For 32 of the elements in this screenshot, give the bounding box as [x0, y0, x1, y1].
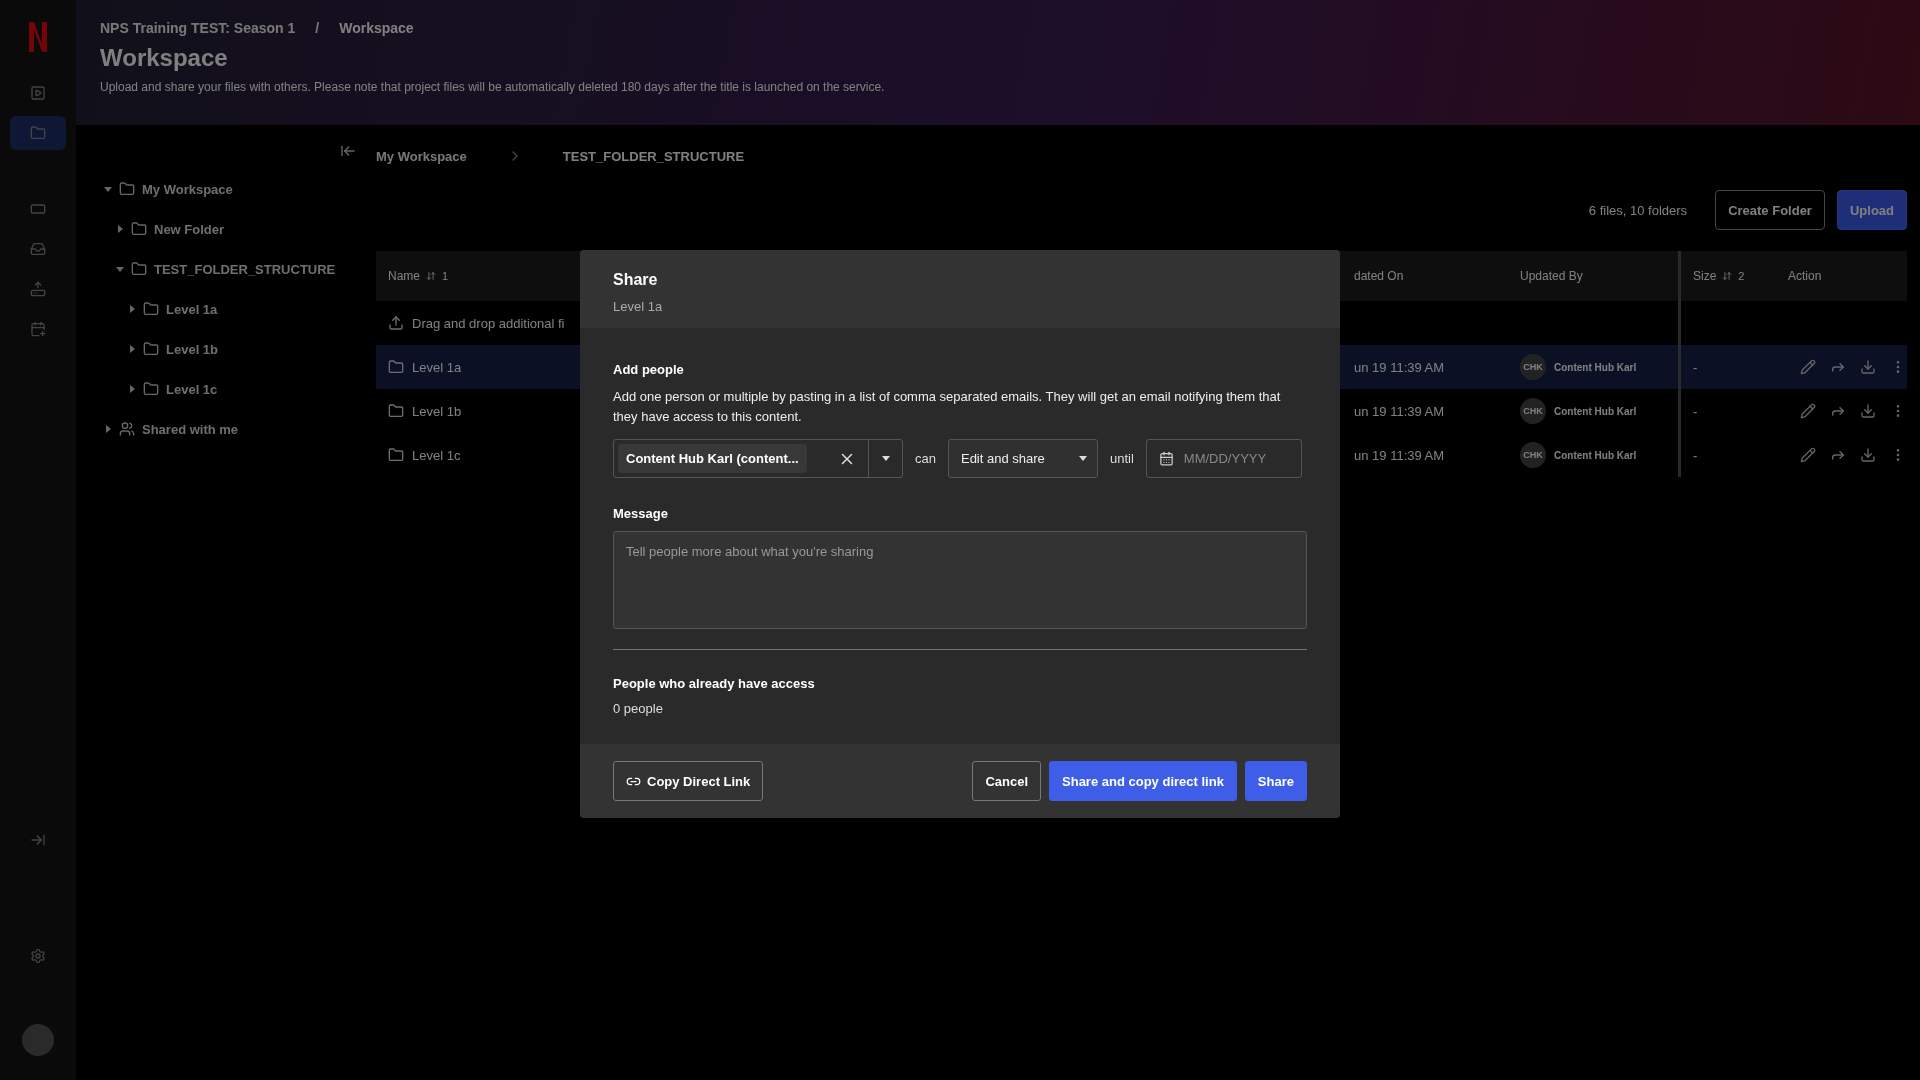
section-description: Add one person or multiple by pasting in a list of comma separated emails. They will get an email notifying them that they have access to this content.: [613, 388, 1282, 426]
table-cell: Content Hub Karl: [1554, 449, 1637, 461]
section-heading: Add people: [613, 362, 685, 377]
table-cell: -: [1693, 359, 1698, 375]
sort-rank: 2: [1738, 270, 1745, 282]
item-count: 6 files, 10 folders: [1588, 202, 1688, 218]
section-heading: Message: [613, 506, 669, 521]
upload-hint: Drag and drop additional fi: [412, 315, 565, 331]
can-label: can: [915, 451, 936, 466]
until-label: until: [1109, 451, 1134, 466]
table-cell: un 19 11:39 AM: [1354, 403, 1445, 419]
dialog-title: Share: [613, 271, 659, 289]
avatar: CHK: [1520, 442, 1546, 468]
sort-rank: 1: [442, 270, 449, 282]
page-title: Workspace: [100, 44, 228, 72]
dialog-subtitle: Level 1a: [613, 299, 664, 314]
table-cell: Content Hub Karl: [1554, 361, 1637, 373]
avatar: CHK: [1520, 398, 1546, 424]
section-heading: People who already have access: [613, 676, 816, 691]
table-cell: Level 1b: [412, 403, 462, 419]
table-cell: un 19 11:39 AM: [1354, 447, 1445, 463]
table-cell: un 19 11:39 AM: [1354, 359, 1445, 375]
table-cell: Level 1c: [412, 447, 461, 463]
avatar: CHK: [1520, 354, 1546, 380]
breadcrumb-item: /: [315, 20, 320, 36]
table-cell: -: [1693, 447, 1698, 463]
access-count: 0 people: [613, 701, 664, 716]
table-cell: Level 1a: [412, 359, 462, 375]
table-cell: Content Hub Karl: [1554, 405, 1637, 417]
table-cell: -: [1693, 403, 1698, 419]
breadcrumb-item: Workspace: [339, 20, 414, 36]
page-description: Upload and share your files with others. Please note that project files will be automatically deleted 180 days after the title is launched on the service.: [100, 80, 885, 94]
